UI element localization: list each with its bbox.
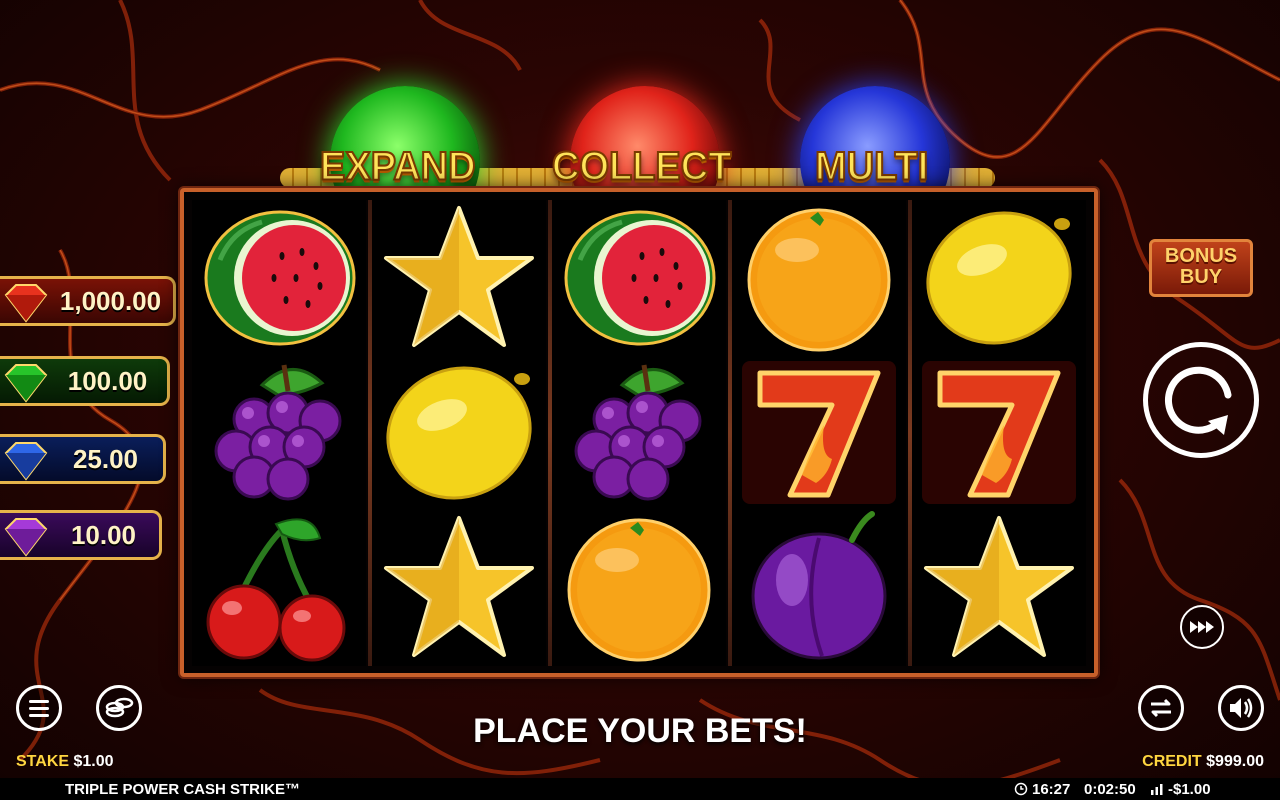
orange-symbol	[552, 510, 726, 665]
orange-symbol	[732, 200, 906, 355]
clock-time: 16:27	[1032, 781, 1071, 798]
credit-display: CREDIT $999.00	[1142, 753, 1264, 771]
jackpot-grand-value: 1,000.00	[59, 285, 162, 316]
star-icon	[384, 206, 534, 347]
status-message: PLACE YOUR BETS!	[473, 712, 807, 750]
seven-symbol	[732, 355, 906, 510]
jackpot-mini-value: 10.00	[70, 519, 137, 550]
jackpot-minor-value: 25.00	[72, 443, 139, 474]
grapes-icon	[574, 364, 702, 501]
jackpot-minor: 25.00	[0, 434, 166, 484]
plum-icon	[751, 511, 887, 660]
cherries-icon	[206, 518, 346, 662]
lemon-symbol	[912, 200, 1086, 355]
spin-button[interactable]	[1143, 342, 1259, 458]
net-win: -$1.00	[1168, 781, 1211, 798]
stake-value: $1.00	[73, 753, 114, 770]
jackpot-grand: 1,000.00	[0, 276, 176, 326]
bottom-bar: TRIPLE POWER CASH STRIKE™ 16:27 0:02:50 …	[0, 778, 1280, 800]
lemon-icon	[926, 211, 1072, 345]
purple-gem-icon	[4, 518, 48, 557]
seven-symbol	[912, 355, 1086, 510]
turbo-icon	[1190, 621, 1214, 633]
jackpot-major: 100.00	[0, 356, 170, 406]
collect-label: COLLECT	[551, 144, 732, 190]
bonus-buy-line2: BUY	[1179, 266, 1223, 288]
star-symbol	[912, 510, 1086, 665]
watermelon-icon	[204, 210, 356, 346]
reel-3	[552, 200, 726, 666]
red-gem-icon	[4, 284, 48, 323]
star-symbol	[372, 200, 546, 355]
lemon-icon	[386, 366, 532, 500]
spin-icon	[1164, 366, 1232, 435]
stake-label: STAKE	[16, 753, 70, 770]
session-time: 0:02:50	[1084, 781, 1136, 798]
cherries-symbol	[192, 510, 366, 665]
credit-label: CREDIT	[1142, 753, 1202, 770]
reel-grid	[180, 188, 1098, 677]
stake-display: STAKE $1.00	[16, 753, 114, 771]
grapes-symbol	[552, 355, 726, 510]
bonus-buy-line1: BONUS	[1164, 245, 1238, 267]
plum-symbol	[732, 510, 906, 665]
watermelon-symbol	[552, 200, 726, 355]
turbo-button[interactable]	[1180, 605, 1224, 649]
orange-icon	[747, 208, 891, 352]
watermelon-icon	[564, 210, 716, 346]
star-symbol	[372, 510, 546, 665]
bonus-buy-button[interactable]: BONUS BUY	[1149, 239, 1253, 297]
reel-2	[372, 200, 546, 666]
chart-icon	[1151, 784, 1163, 795]
jackpot-mini: 10.00	[0, 510, 162, 560]
seven-icon	[922, 361, 1076, 504]
green-gem-icon	[4, 364, 48, 403]
star-icon	[924, 516, 1074, 657]
clock-icon	[1014, 782, 1028, 796]
seven-icon	[742, 361, 896, 504]
star-icon	[384, 516, 534, 657]
watermelon-symbol	[192, 200, 366, 355]
expand-label: EXPAND	[319, 144, 477, 190]
orange-icon	[567, 518, 711, 662]
blue-gem-icon	[4, 442, 48, 481]
lemon-symbol	[372, 355, 546, 510]
jackpot-major-value: 100.00	[67, 365, 148, 396]
reel-4	[732, 200, 906, 666]
grapes-symbol	[192, 355, 366, 510]
credit-value: $999.00	[1206, 753, 1264, 770]
grapes-icon	[214, 364, 342, 501]
reel-1	[192, 200, 366, 666]
reel-5	[912, 200, 1086, 666]
game-title: TRIPLE POWER CASH STRIKE™	[65, 781, 301, 798]
multi-label: MULTI	[814, 144, 929, 190]
